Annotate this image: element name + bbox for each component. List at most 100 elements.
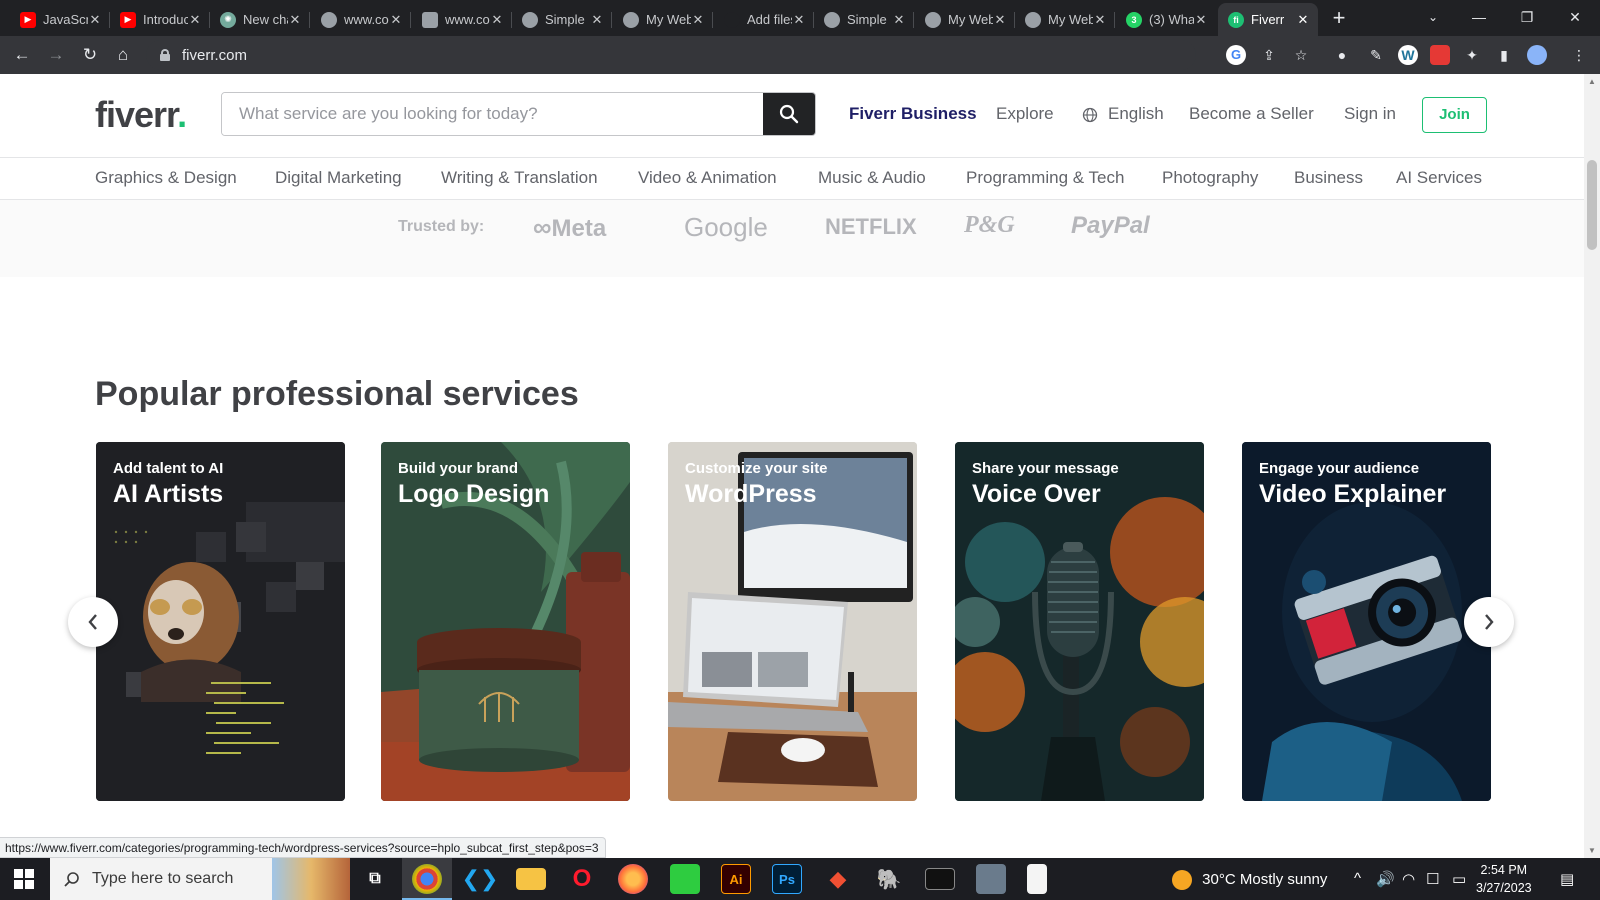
scroll-down-arrow-icon[interactable]: ▼ [1588,846,1596,855]
browser-tab[interactable]: Simple ✕ [512,3,612,36]
category-graphics-design[interactable]: Graphics & Design [95,168,237,188]
file-explorer-icon[interactable] [516,868,546,890]
close-tab-icon[interactable]: ✕ [88,12,102,28]
browser-tab[interactable]: 3 (3) WhatsApp✕ [1116,3,1216,36]
browser-tab[interactable]: My Website✕ [1015,3,1115,36]
browser-tab-active[interactable]: fi Fiverr ✕ [1218,3,1318,36]
category-programming-tech[interactable]: Programming & Tech [966,168,1124,188]
photoshop-icon[interactable]: Ps [772,864,802,894]
browser-tab[interactable]: ✺ New chat✕ [210,3,310,36]
category-digital-marketing[interactable]: Digital Marketing [275,168,402,188]
browser-tab[interactable]: My Website✕ [613,3,713,36]
close-tab-icon[interactable]: ✕ [691,12,705,28]
reload-button[interactable]: ↻ [77,42,103,68]
vscode-icon[interactable]: ❮❯ [462,864,499,894]
fiverr-business-link[interactable]: Fiverr Business [849,104,977,124]
browser-tab[interactable]: My Website✕ [915,3,1015,36]
close-tab-icon[interactable]: ✕ [590,12,604,28]
colorful-extension-icon[interactable] [1430,45,1450,65]
pen-extension-icon[interactable]: ✎ [1366,45,1386,65]
search-input[interactable] [222,93,763,135]
tab-search-icon[interactable]: ⌄ [1410,0,1456,34]
postgres-icon[interactable]: 🐘 [874,864,904,894]
onedrive-icon[interactable]: ☐ [1426,870,1439,888]
browser-tab[interactable]: ▶ Introduction✕ [110,3,210,36]
chrome-icon[interactable] [412,864,442,894]
forward-button[interactable]: → [43,42,69,68]
bookmark-star-icon[interactable]: ☆ [1291,45,1311,65]
task-view-icon[interactable]: ⧉ [360,864,390,894]
weather-widget[interactable]: 30°C Mostly sunny [1172,870,1327,890]
google-icon[interactable]: G [1226,45,1246,65]
close-tab-icon[interactable]: ✕ [1194,12,1208,28]
scroll-up-arrow-icon[interactable]: ▲ [1588,77,1596,86]
carousel-prev-button[interactable] [68,597,118,647]
service-card-video-explainer[interactable]: Engage your audience Video Explainer [1242,442,1491,801]
close-tab-icon[interactable]: ✕ [288,12,302,28]
category-ai-services[interactable]: AI Services [1396,168,1482,188]
sign-in-link[interactable]: Sign in [1344,104,1396,124]
firefox-icon[interactable] [618,864,648,894]
notepad-icon[interactable] [1027,864,1047,894]
terminal-icon[interactable] [925,868,955,890]
browser-tab[interactable]: ▶ JavaScript✕ [10,3,110,36]
browser-tab[interactable]: Simple ✕ [814,3,914,36]
close-tab-icon[interactable]: ✕ [892,12,906,28]
browser-tab[interactable]: www.codewithharry✕ [311,3,411,36]
category-video-animation[interactable]: Video & Animation [638,168,777,188]
battery-icon[interactable]: ▭ [1452,870,1466,888]
explore-link[interactable]: Explore [996,104,1054,124]
close-tab-icon[interactable]: ✕ [490,12,504,28]
browser-tab[interactable]: Add files ✕ [714,3,814,36]
windows-start-icon[interactable] [14,869,34,889]
carousel-next-button[interactable] [1464,597,1514,647]
browser-tab[interactable]: www.codewithharry✕ [412,3,512,36]
wifi-icon[interactable]: ◠ [1402,870,1415,888]
close-tab-icon[interactable]: ✕ [1093,12,1107,28]
close-tab-icon[interactable]: ✕ [389,12,403,28]
green-app-icon[interactable] [670,864,700,894]
wordpress-icon[interactable]: W [1398,45,1418,65]
restore-button[interactable]: ❐ [1504,0,1550,34]
profile-avatar[interactable] [1527,45,1547,65]
image-app-icon[interactable] [976,864,1006,894]
home-button[interactable]: ⌂ [110,42,136,68]
close-tab-icon[interactable]: ✕ [993,12,1007,28]
tray-chevron-icon[interactable]: ^ [1354,870,1361,887]
service-card-logo-design[interactable]: Build your brand Logo Design [381,442,630,801]
close-tab-icon[interactable]: ✕ [188,12,202,28]
close-tab-icon[interactable]: ✕ [1296,12,1310,28]
page-scrollbar[interactable]: ▲ ▼ [1584,74,1600,858]
fiverr-logo[interactable]: fiverr. [95,94,187,136]
extensions-puzzle-icon[interactable]: ✦ [1462,45,1482,65]
category-music-audio[interactable]: Music & Audio [818,168,926,188]
service-card-wordpress[interactable]: Customize your site WordPress [668,442,917,801]
notifications-icon[interactable]: ▤ [1560,870,1574,888]
language-selector[interactable]: English [1108,104,1164,124]
new-tab-button[interactable]: + [1325,5,1353,33]
address-bar[interactable]: fiverr.com [146,40,1196,70]
service-card-ai-artists[interactable]: Add talent to AI AI Artists [96,442,345,801]
service-card-voice-over[interactable]: Share your message Voice Over [955,442,1204,801]
volume-icon[interactable]: 🔊 [1376,870,1395,888]
illustrator-icon[interactable]: Ai [721,864,751,894]
share-icon[interactable]: ⇪ [1259,45,1279,65]
extension-icon[interactable]: ● [1332,45,1352,65]
taskbar-search-box[interactable]: Type here to search [50,858,350,900]
search-button[interactable] [763,93,815,135]
scrollbar-thumb[interactable] [1587,160,1597,250]
category-writing-translation[interactable]: Writing & Translation [441,168,598,188]
minimize-button[interactable]: — [1456,0,1502,34]
git-icon[interactable]: ◆ [823,864,853,894]
join-button[interactable]: Join [1422,97,1487,133]
close-window-button[interactable]: ✕ [1552,0,1598,34]
opera-icon[interactable]: O [567,864,597,894]
menu-kebab-icon[interactable]: ⋮ [1569,45,1589,65]
close-tab-icon[interactable]: ✕ [792,12,806,28]
system-clock[interactable]: 2:54 PM 3/27/2023 [1476,861,1532,897]
back-button[interactable]: ← [9,42,35,68]
category-business[interactable]: Business [1294,168,1363,188]
side-panel-icon[interactable]: ▮ [1494,45,1514,65]
become-seller-link[interactable]: Become a Seller [1189,104,1314,124]
category-photography[interactable]: Photography [1162,168,1258,188]
